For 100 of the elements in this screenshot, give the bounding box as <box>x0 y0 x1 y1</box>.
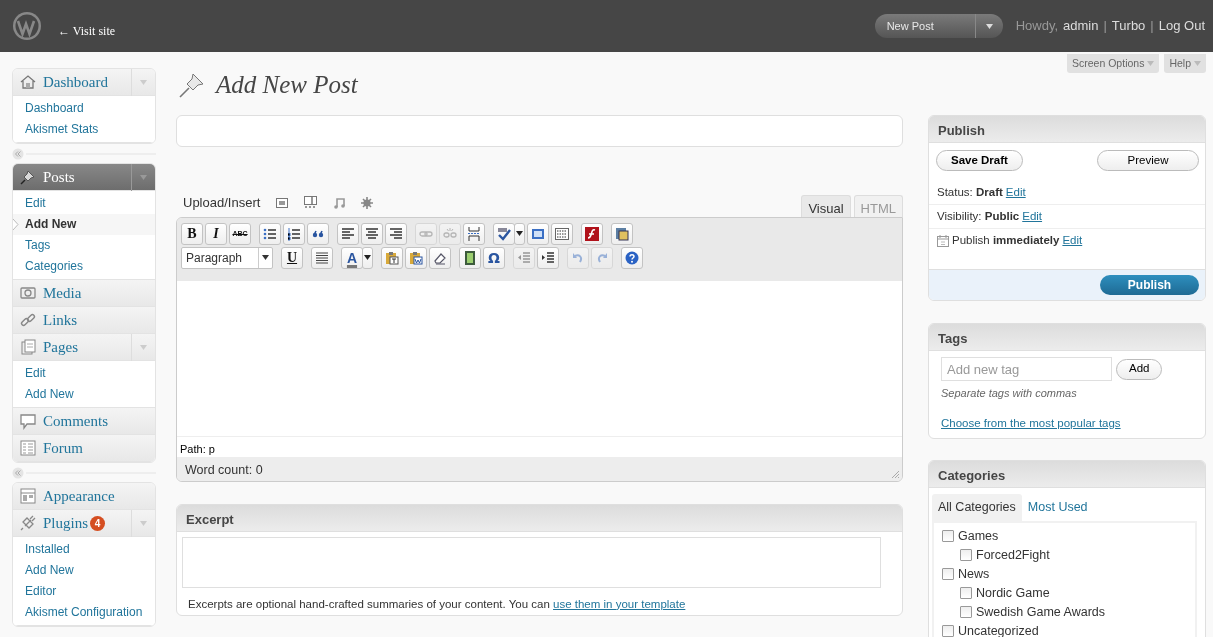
edit-link[interactable]: Edit <box>1062 232 1083 250</box>
spellcheck-button[interactable] <box>493 222 515 245</box>
menu-item[interactable]: Dashboard <box>13 69 155 96</box>
resize-grip-icon <box>891 469 900 479</box>
submenu-item[interactable]: Dashboard <box>13 98 155 119</box>
new-post-dropdown[interactable]: New Post <box>874 14 1003 38</box>
text-color-button[interactable]: A <box>341 246 363 269</box>
submenu-item[interactable]: Edit <box>13 363 155 384</box>
checkbox[interactable] <box>942 625 954 637</box>
bold-button[interactable]: B <box>181 222 203 245</box>
save-draft-button[interactable]: Save Draft <box>936 150 1023 171</box>
layout-icon <box>19 487 37 505</box>
category-tab[interactable]: Most Used <box>1021 493 1094 521</box>
media-button[interactable] <box>459 246 481 269</box>
greeting-text: Howdy, <box>1015 17 1059 36</box>
house-icon <box>19 73 37 91</box>
submenu-item[interactable]: Tags <box>13 235 155 256</box>
italic-button[interactable]: I <box>205 222 227 245</box>
tag-field[interactable]: Add new tag <box>941 357 1112 381</box>
greeting-text: | <box>1150 17 1154 36</box>
user-link[interactable]: admin <box>1063 16 1099 36</box>
dropdown-button[interactable] <box>514 222 525 245</box>
eraser-button[interactable] <box>429 246 451 269</box>
path-label: Path: p <box>177 435 902 457</box>
screen-tab[interactable]: Help <box>1164 54 1206 73</box>
visit-site-link[interactable]: ← Visit site <box>58 22 116 40</box>
align-center-icon <box>365 226 379 241</box>
music-note-icon <box>333 196 346 209</box>
box-title: Tags <box>929 324 1205 351</box>
quote-button[interactable] <box>307 222 329 245</box>
help-text: Separate tags with commas <box>941 386 1078 401</box>
add-button[interactable]: Add <box>1116 358 1163 380</box>
paste-word-button[interactable] <box>405 246 427 269</box>
title-field[interactable] <box>176 115 903 147</box>
submenu-item[interactable]: Akismet Stats <box>13 119 155 140</box>
help-button[interactable] <box>621 246 643 269</box>
caret-icon <box>140 521 147 526</box>
window-icon <box>615 226 629 241</box>
menu-item[interactable]: Plugins 4 <box>13 510 155 537</box>
submenu-item[interactable]: Editor <box>13 581 155 602</box>
calendar-icon <box>937 235 949 247</box>
indent-button[interactable] <box>537 246 559 269</box>
category-label: Games <box>958 527 999 545</box>
submenu-item[interactable]: Add New <box>13 384 155 405</box>
menu-item[interactable]: Links <box>13 307 155 334</box>
special-char-button[interactable]: Ω <box>483 246 505 269</box>
upload-insert-label: Upload/Insert <box>183 194 261 212</box>
paste-text-button[interactable] <box>381 246 403 269</box>
submenu-item[interactable]: Add New <box>13 214 155 235</box>
caret-icon <box>140 175 147 180</box>
status-text: Visibility: Public <box>937 208 1020 224</box>
template-link[interactable]: use them in your template <box>553 597 686 610</box>
toolbar-toggle-button[interactable] <box>551 222 573 245</box>
page-break-icon <box>467 226 481 241</box>
menu-item[interactable]: Pages <box>13 334 155 361</box>
menu-item[interactable]: Forum <box>13 435 155 462</box>
editor-tab[interactable]: Visual <box>801 194 851 217</box>
flash-button[interactable] <box>581 222 603 245</box>
user-link[interactable]: Turbo <box>1111 16 1146 36</box>
window-button[interactable] <box>611 222 633 245</box>
popular-tags-link[interactable]: Choose from the most popular tags <box>941 414 1121 432</box>
align-left-button[interactable] <box>337 222 359 245</box>
menu-item[interactable]: Appearance <box>13 483 155 510</box>
count-badge: 4 <box>90 515 105 531</box>
user-link[interactable]: Log Out <box>1158 16 1205 36</box>
edit-link[interactable]: Edit <box>1005 183 1026 202</box>
edit-link[interactable]: Edit <box>1022 207 1043 226</box>
menu-item[interactable]: Posts <box>13 164 155 191</box>
publish-button[interactable]: Publish <box>1100 275 1199 295</box>
checkbox[interactable] <box>942 568 954 580</box>
submenu-item[interactable]: Akismet Configuration <box>13 602 155 623</box>
checkbox[interactable] <box>942 530 954 542</box>
submenu-item[interactable]: Categories <box>13 256 155 277</box>
justify-icon <box>315 250 329 265</box>
fullscreen-icon <box>531 226 545 241</box>
fullscreen-button[interactable] <box>527 222 549 245</box>
format-select[interactable]: Paragraph <box>181 246 273 269</box>
justify-button[interactable] <box>311 246 333 269</box>
excerpt-field[interactable] <box>182 536 881 588</box>
greeting-text: | <box>1103 17 1107 36</box>
underline-button[interactable]: U <box>281 246 303 269</box>
menu-item[interactable]: Comments <box>13 408 155 435</box>
submenu-item[interactable]: Edit <box>13 193 155 214</box>
dropdown-button[interactable] <box>362 246 373 269</box>
caret-icon <box>985 23 993 29</box>
preview-button[interactable]: Preview <box>1097 150 1199 171</box>
menu-item[interactable]: Media <box>13 280 155 307</box>
checkbox[interactable] <box>960 606 972 618</box>
category-tab[interactable]: All Categories <box>932 493 1022 521</box>
submenu-item[interactable]: Add New <box>13 560 155 581</box>
checkbox[interactable] <box>960 587 972 599</box>
screen-tab[interactable]: Screen Options <box>1067 54 1160 73</box>
page-break-button[interactable] <box>463 222 485 245</box>
number-list-button[interactable] <box>283 222 305 245</box>
category-label: Nordic Game <box>976 584 1050 602</box>
submenu-item[interactable]: Installed <box>13 539 155 560</box>
bullet-list-button[interactable] <box>259 222 281 245</box>
checkbox[interactable] <box>960 549 972 561</box>
align-center-button[interactable] <box>361 222 383 245</box>
align-right-button[interactable] <box>385 222 407 245</box>
